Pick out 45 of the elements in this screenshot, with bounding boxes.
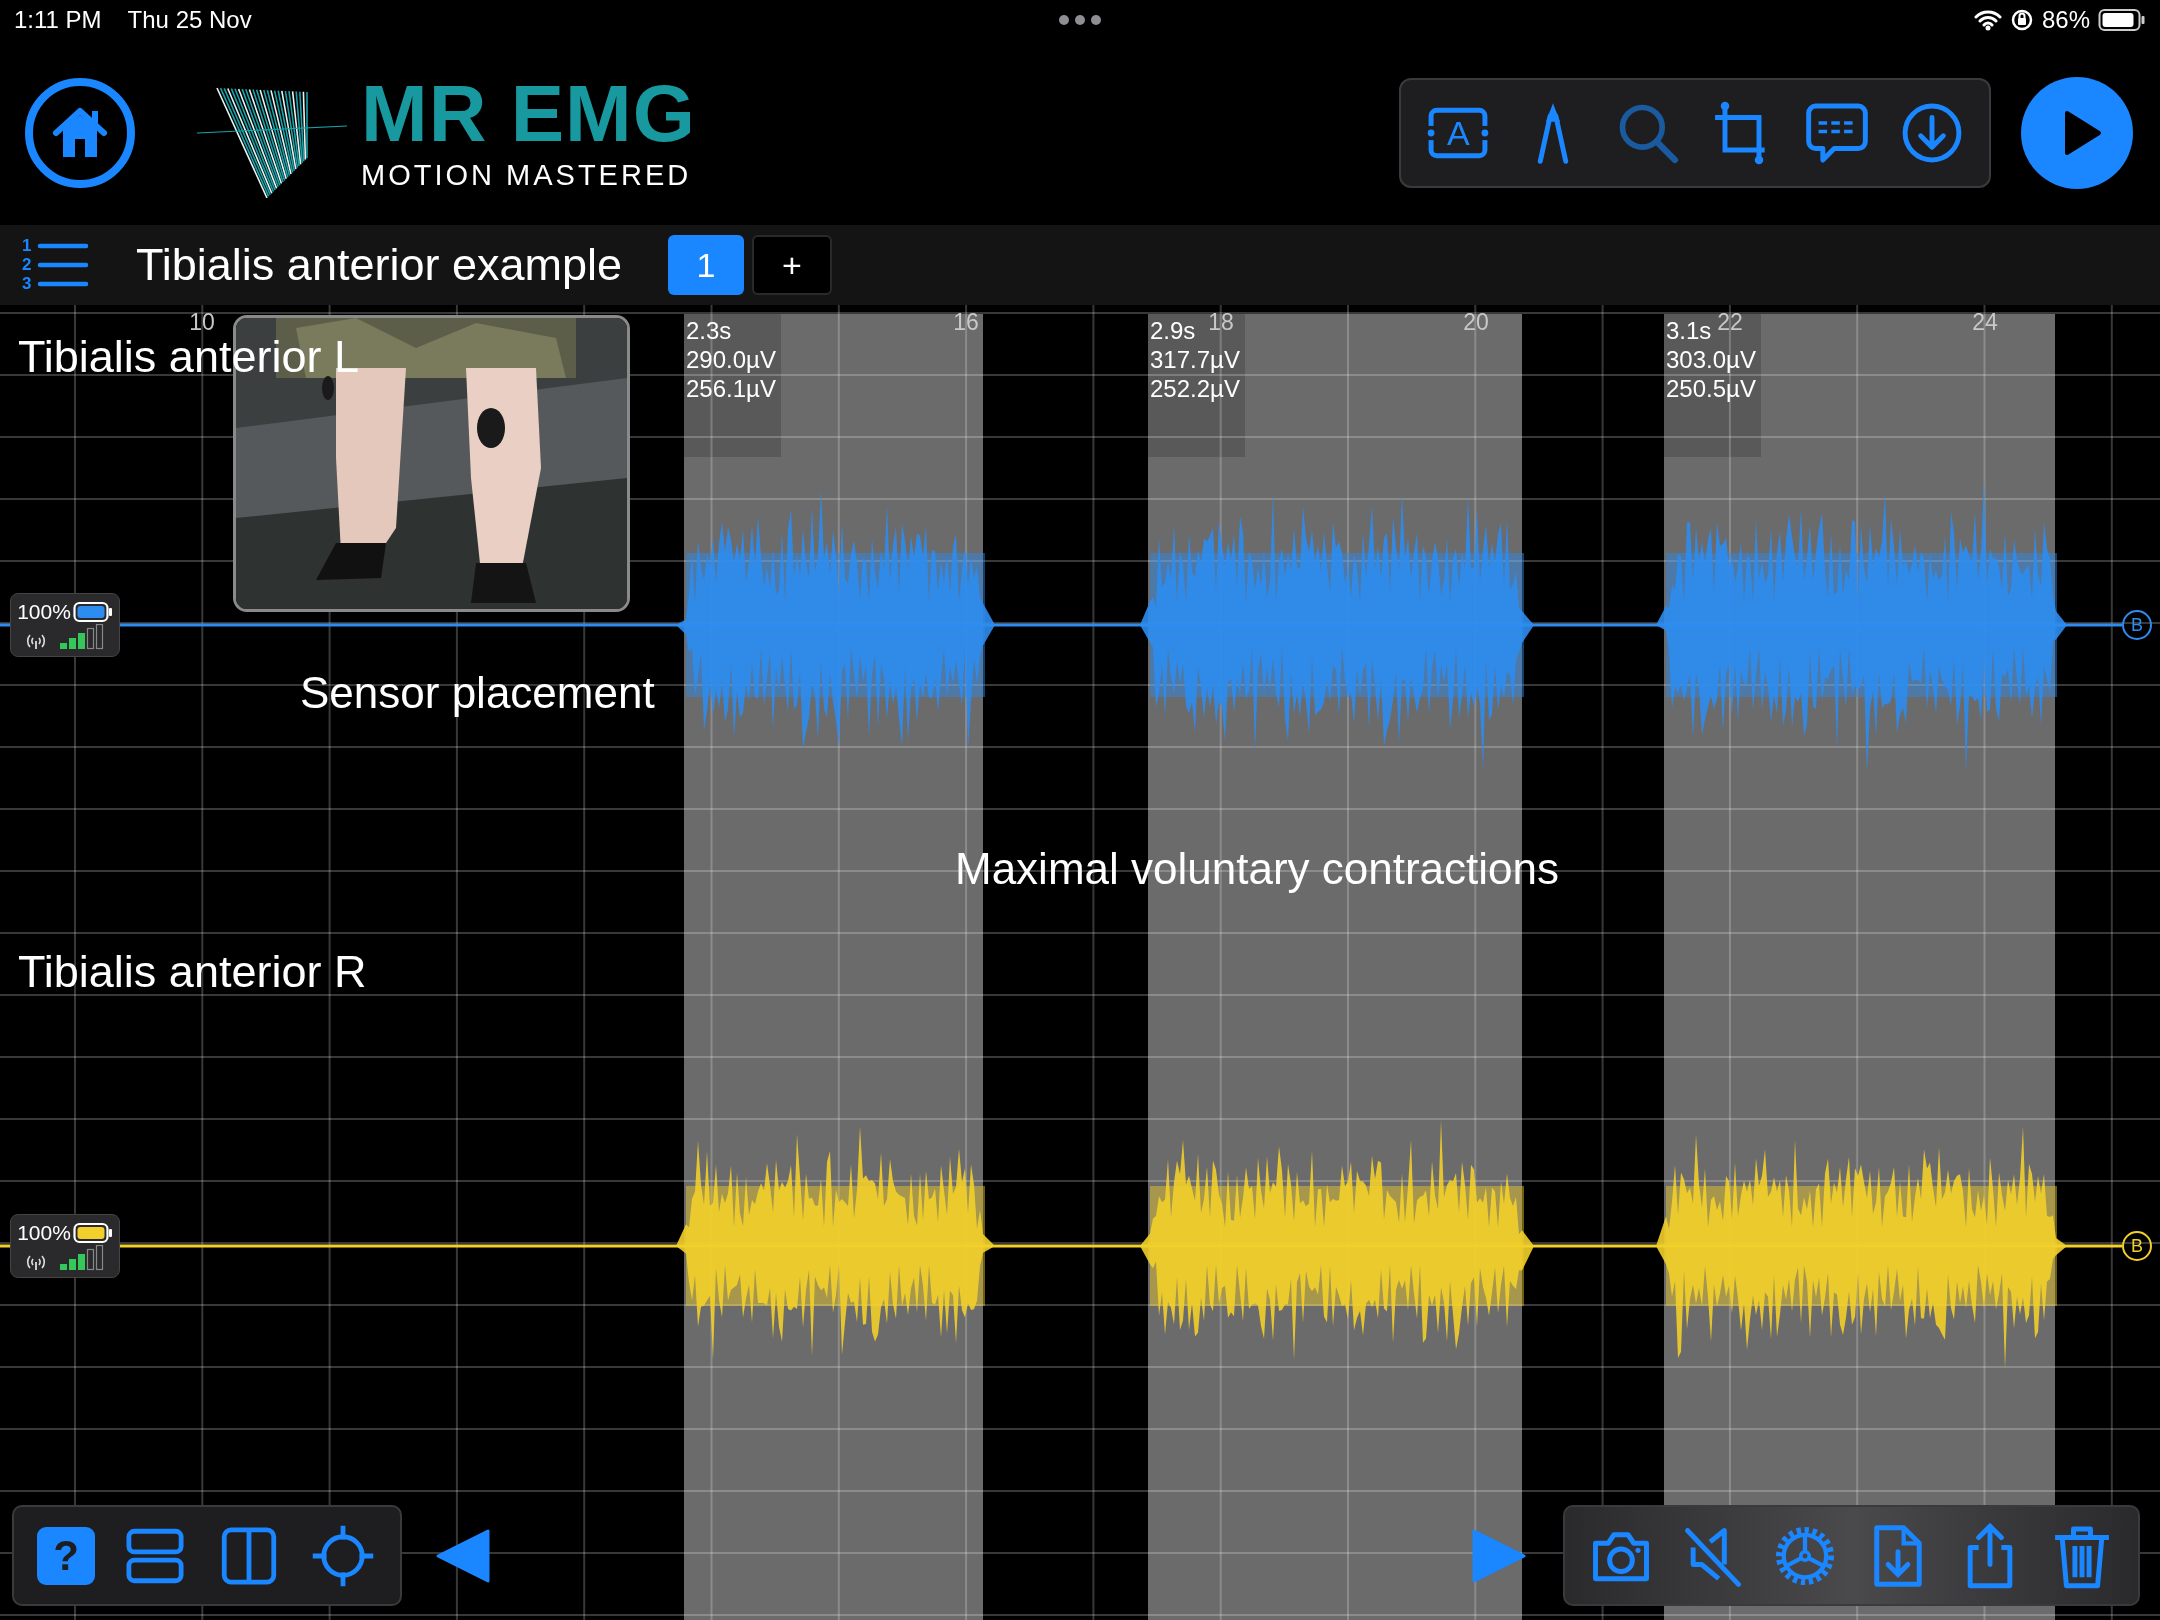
axis-tick-label: 20 [1463,311,1489,334]
channel-marker: B [2122,1231,2152,1261]
previous-arrow-icon [434,1527,492,1585]
selection-duration: 3.1s [1666,316,1712,345]
axis-tick-label: 24 [1972,311,1998,334]
selection-mean: 250.5µV [1666,374,1756,403]
signal-strength-icon [59,624,105,650]
selection-duration: 2.9s [1150,316,1196,345]
home-button[interactable] [25,77,135,188]
selection-peak: 303.0µV [1666,345,1756,374]
battery-icon [2098,8,2146,32]
signal-strength-icon [59,1245,105,1271]
antenna-icon [25,1253,47,1271]
numbered-list-button[interactable]: 1 2 3 [20,236,90,294]
session-title: Tibialis anterior example [136,238,623,293]
session-tab[interactable]: 1 [668,235,745,295]
sensor-battery-percent: 100% [17,1221,71,1245]
next-arrow-icon [1470,1527,1528,1585]
wifi-icon [1973,9,2002,31]
axis-tick-label: 10 [189,311,215,334]
selection-peak: 290.0µV [686,345,776,374]
status-time: 1:11 PM [14,5,102,35]
channel-marker: B [2122,610,2152,640]
selection-mean: 252.2µV [1150,374,1240,403]
battery-percent: 86% [2041,5,2090,35]
sensor-battery-percent: 100% [17,600,71,624]
multitask-dots-icon [1058,14,1102,26]
channel-name: Tibialis anterior R [18,950,367,994]
sensor-battery-icon [72,601,113,623]
antenna-icon [25,632,47,650]
selection-duration: 2.3s [686,316,732,345]
help-button[interactable]: ? [37,1526,95,1585]
status-date: Thu 25 Nov [127,5,252,35]
logo-title: MR EMG [361,73,696,154]
selection-peak: 317.7µV [1150,345,1240,374]
selection-mean: 256.1µV [686,374,776,403]
annotation-text: Sensor placement [300,667,655,719]
axis-tick-label: 22 [1717,311,1743,334]
orientation-lock-icon [2009,8,2034,32]
axis-tick-label: 16 [953,311,979,334]
sensor-battery-icon [72,1222,113,1244]
add-tab-button[interactable]: + [752,235,833,295]
axis-tick-label: 18 [1208,311,1234,334]
text-tool-button[interactable]: A [1422,96,1495,169]
logo-subtitle: MOTION MASTERED [361,157,693,192]
